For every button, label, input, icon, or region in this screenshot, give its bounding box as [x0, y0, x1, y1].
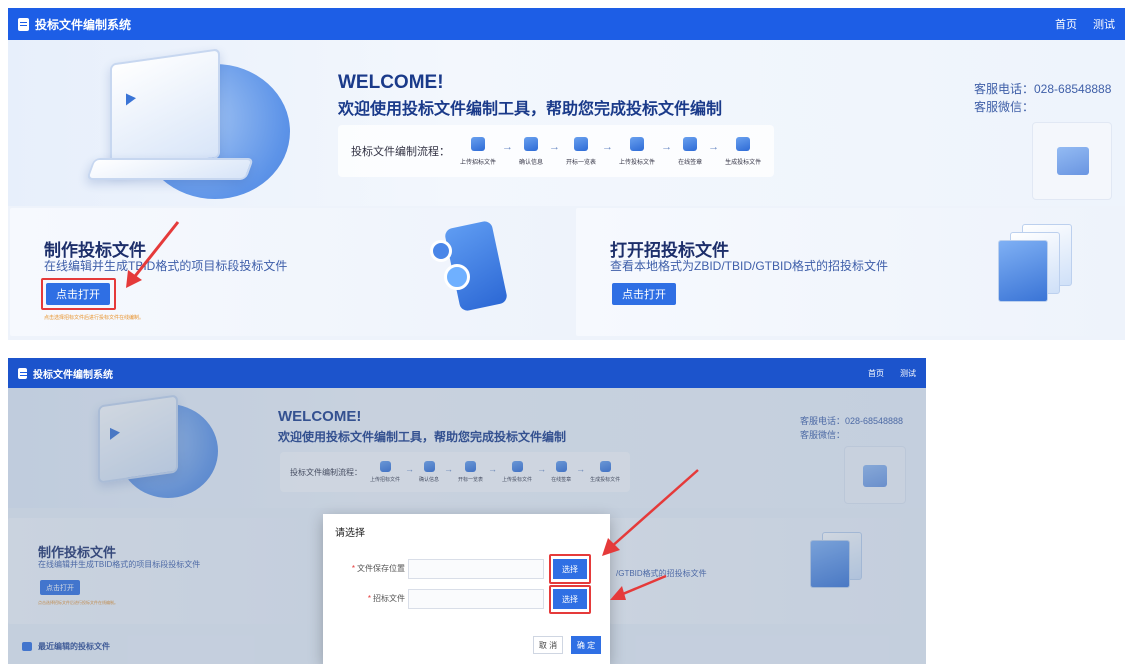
user-avatar-icon [430, 240, 452, 262]
confirm-info-icon [524, 136, 539, 151]
tender-file-input[interactable] [408, 589, 544, 609]
upload-file-icon [471, 136, 485, 151]
app-title: 投标文件编制系统 [18, 16, 131, 33]
process-flow: 投标文件编制流程： 上传招标文件 → 确认信息 → 开标一览表 → 上传投标文件… [338, 125, 774, 177]
save-location-label: * 文件保存位置 [351, 564, 405, 573]
computer-illustration [20, 46, 320, 204]
nav-user-link[interactable]: 测试 [900, 368, 916, 379]
signature-icon [683, 136, 698, 151]
screenshot-dialog: 投标文件编制系统 首页 测试 WELCOME! 欢迎使用投标文件编制工具，帮助您… [8, 358, 926, 664]
dialog-title: 请选择 [335, 528, 365, 539]
flow-step: 上传招标文件 [460, 136, 496, 166]
file-icon [998, 240, 1048, 302]
make-bid-card: 制作投标文件 在线编辑并生成TBID格式的项目标段投标文件 点击打开 点击选择招… [10, 208, 570, 336]
make-bid-hint: 点击选择招标文件后进行投标文件在线编制。 [44, 315, 145, 321]
open-bid-open-button[interactable]: 点击打开 [612, 283, 676, 305]
mobile-illustration [410, 216, 540, 328]
top-bar: 投标文件编制系统 首页 测试 [8, 8, 1125, 40]
document-icon [18, 17, 29, 31]
smile-icon [444, 264, 470, 290]
welcome-heading: WELCOME! [338, 72, 444, 93]
documents-illustration [986, 218, 1096, 318]
app-title: 投标文件编制系统 [18, 366, 113, 381]
flow-step: 上传投标文件 [619, 136, 655, 166]
service-phone: 客服电话：028-68548888 [974, 82, 1112, 96]
generate-file-icon [736, 136, 751, 151]
flow-step: 生成投标文件 [725, 136, 761, 166]
open-bid-desc: 查看本地格式为ZBID/TBID/GTBID格式的招投标文件 [610, 259, 889, 273]
screenshot-main: 投标文件编制系统 首页 测试 WELCOME! 欢迎使用投标文件编制工具，帮助您… [8, 8, 1125, 340]
welcome-subtitle: 欢迎使用投标文件编制工具，帮助您完成投标文件编制 [338, 101, 723, 118]
top-bar: 投标文件编制系统 首页 测试 [8, 358, 926, 388]
nav-home-link[interactable]: 首页 [868, 368, 884, 379]
open-bid-card: 打开招投标文件 查看本地格式为ZBID/TBID/GTBID格式的招投标文件 点… [576, 208, 1124, 336]
app-title-text: 投标文件编制系统 [33, 369, 113, 381]
top-nav: 首页 测试 [1055, 16, 1115, 32]
wechat-qr-code [1032, 122, 1112, 200]
save-location-input[interactable] [408, 559, 544, 579]
app-title-text: 投标文件编制系统 [35, 17, 132, 32]
document-icon [18, 367, 27, 379]
bid-list-icon [574, 136, 589, 151]
process-flow-label: 投标文件编制流程： [351, 146, 450, 158]
welcome-banner: WELCOME! 欢迎使用投标文件编制工具，帮助您完成投标文件编制 投标文件编制… [8, 40, 1125, 206]
flow-step: 在线签章 [678, 136, 702, 166]
red-arrow [126, 221, 180, 288]
play-icon [126, 92, 136, 106]
tender-file-label: * 招标文件 [367, 594, 405, 603]
flow-step: 开标一览表 [566, 136, 596, 166]
top-nav: 首页 测试 [868, 368, 916, 379]
upload-bid-icon [630, 136, 645, 151]
cancel-button[interactable]: 取 消 [533, 636, 563, 654]
nav-user-link[interactable]: 测试 [1093, 16, 1115, 32]
nav-home-link[interactable]: 首页 [1055, 16, 1077, 32]
flow-step: 确认信息 [519, 136, 543, 166]
confirm-button[interactable]: 确 定 [571, 636, 601, 654]
red-arrows [602, 469, 699, 600]
service-wechat: 客服微信： [974, 100, 1035, 114]
